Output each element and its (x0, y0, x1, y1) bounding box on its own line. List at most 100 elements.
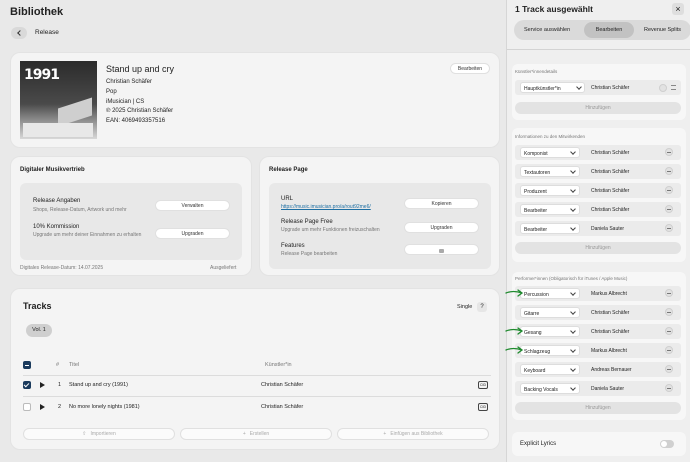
remove-icon[interactable] (665, 346, 673, 354)
add-artist-button[interactable]: Hinzufügen (515, 102, 681, 114)
chevron-down-icon (570, 206, 576, 212)
role-select[interactable]: Gitarre (520, 307, 580, 318)
import-button[interactable]: ⇧ Importieren (23, 428, 175, 440)
release-page-inner: URL https://music.imusician.pro/a/rout92… (269, 183, 491, 269)
remove-icon[interactable] (665, 289, 673, 297)
remove-icon[interactable] (665, 205, 673, 213)
distribution-card: Digitaler Musikvertrieb Release Angaben … (10, 156, 252, 276)
tracks-title: Tracks (23, 301, 52, 311)
remove-icon[interactable] (659, 84, 667, 92)
artist-name: Christian Schäfer (591, 85, 630, 91)
help-icon[interactable]: ? (477, 302, 487, 312)
chevron-down-icon (570, 385, 576, 391)
upgrade-button[interactable]: Upgraden (155, 228, 230, 239)
release-page-url[interactable]: https://music.imusician.pro/a/rout92me6/ (281, 204, 371, 210)
add-performer-button[interactable]: Hinzufügen (515, 402, 681, 414)
chevron-down-icon (570, 168, 576, 174)
release-label: iMusician | CS (106, 99, 145, 105)
role-select[interactable]: Produzent (520, 185, 580, 196)
remove-icon[interactable] (665, 384, 673, 392)
person-name: Christian Schäfer (591, 169, 630, 175)
distribution-title: Digitaler Musikvertrieb (20, 167, 85, 173)
cid-badge[interactable]: CID (478, 381, 488, 389)
close-icon[interactable]: × (672, 3, 684, 15)
table-row[interactable]: 2 No more lonely nights (1981) Christian… (11, 399, 501, 417)
role-value: Schlagzeug (524, 349, 551, 355)
url-heading: URL (281, 196, 294, 202)
tab-edit[interactable]: Bearbeiten (584, 22, 634, 38)
tab-service[interactable]: Service auswählen (524, 27, 570, 33)
tracks-card: Tracks Single ? Vol. 1 # Titel Künstler*… (10, 288, 500, 450)
chevron-left-icon (17, 30, 23, 36)
person-name: Christian Schäfer (591, 150, 630, 156)
role-select[interactable]: Keyboard (520, 364, 580, 375)
track-artist: Christian Schäfer (261, 382, 304, 388)
release-page-card: Release Page URL https://music.imusician… (259, 156, 500, 276)
row-checkbox[interactable] (23, 403, 31, 411)
upgrade-page-button[interactable]: Upgraden (404, 222, 479, 233)
annotation-arrow-icon (505, 346, 524, 354)
table-row[interactable]: 1 Stand up and cry (1991) Christian Schä… (11, 377, 501, 395)
person-name: Christian Schäfer (591, 207, 630, 213)
page-title: Bibliothek (10, 6, 64, 18)
commission-sub: Upgrade um mehr deiner Einnahmen zu erha… (33, 232, 142, 238)
manage-button[interactable]: Verwalten (155, 200, 230, 211)
role-select[interactable]: Gesang (520, 326, 580, 337)
role-value: Hauptkünstler*in (524, 86, 561, 92)
remove-icon[interactable] (665, 327, 673, 335)
create-button[interactable]: + Erstellen (180, 428, 332, 440)
track-artist: Christian Schäfer (261, 404, 304, 410)
role-value: Keyboard (524, 368, 546, 374)
copy-button[interactable]: Kopieren (404, 198, 479, 209)
remove-icon[interactable] (665, 186, 673, 194)
performers-heading: Performer*innen (Obligatorisch für iTune… (515, 276, 628, 281)
release-info-sub: Shops, Release-Datum, Artwork und mehr (33, 207, 127, 213)
role-row: Gesang Christian Schäfer (515, 324, 681, 339)
remove-icon[interactable] (665, 167, 673, 175)
remove-icon[interactable] (665, 308, 673, 316)
upload-icon: ⇧ (82, 431, 87, 437)
role-select[interactable]: Backing Vocals (520, 383, 580, 394)
add-contributor-button[interactable]: Hinzufügen (515, 242, 681, 254)
edit-release-button[interactable]: Bearbeiten (450, 63, 490, 74)
person-name: Markus Albrecht (591, 291, 627, 297)
role-select[interactable]: Hauptkünstler*in (520, 82, 585, 93)
single-mode[interactable]: Single (457, 304, 472, 310)
person-name: Markus Albrecht (591, 348, 627, 354)
role-select[interactable]: Komponist (520, 147, 580, 158)
panel-title: 1 Track ausgewählt (515, 4, 593, 14)
volume-tab[interactable]: Vol. 1 (26, 324, 52, 337)
role-value: Komponist (524, 151, 548, 157)
role-select[interactable]: Textautoren (520, 166, 580, 177)
explicit-toggle[interactable] (660, 440, 674, 448)
track-title: Stand up and cry (1991) (69, 382, 129, 388)
row-checkbox[interactable] (23, 381, 31, 389)
role-row: Percussion Markus Albrecht (515, 286, 681, 301)
remove-icon[interactable] (665, 224, 673, 232)
release-genre: Pop (106, 89, 117, 95)
tab-revenue[interactable]: Revenue Splits (644, 27, 681, 33)
annotation-arrow-icon (505, 289, 524, 297)
role-row: Gitarre Christian Schäfer (515, 305, 681, 320)
role-select[interactable]: Bearbeiter (520, 223, 580, 234)
select-all-checkbox[interactable] (23, 361, 31, 369)
role-select[interactable]: Schlagzeug (520, 345, 580, 356)
person-name: Andreas Bernauer (591, 367, 632, 373)
remove-icon[interactable] (665, 365, 673, 373)
cover-art[interactable]: 1991 (20, 61, 97, 139)
explicit-section: Explicit Lyrics (512, 432, 686, 456)
locked-features-button (404, 244, 479, 255)
annotation-arrow-icon (505, 327, 524, 335)
remove-icon[interactable] (665, 148, 673, 156)
insert-library-button[interactable]: + Einfügen aus Bibliothek (337, 428, 489, 440)
back-button[interactable] (11, 27, 27, 39)
role-row: Produzent Christian Schäfer (515, 183, 681, 198)
role-select[interactable]: Bearbeiter (520, 204, 580, 215)
play-icon[interactable] (40, 382, 45, 388)
plus-icon: + (383, 431, 387, 437)
check-icon (23, 381, 30, 388)
drag-handle-icon[interactable] (671, 85, 676, 90)
role-select[interactable]: Percussion (520, 288, 580, 299)
cid-badge[interactable]: CID (478, 403, 488, 411)
play-icon[interactable] (40, 404, 45, 410)
